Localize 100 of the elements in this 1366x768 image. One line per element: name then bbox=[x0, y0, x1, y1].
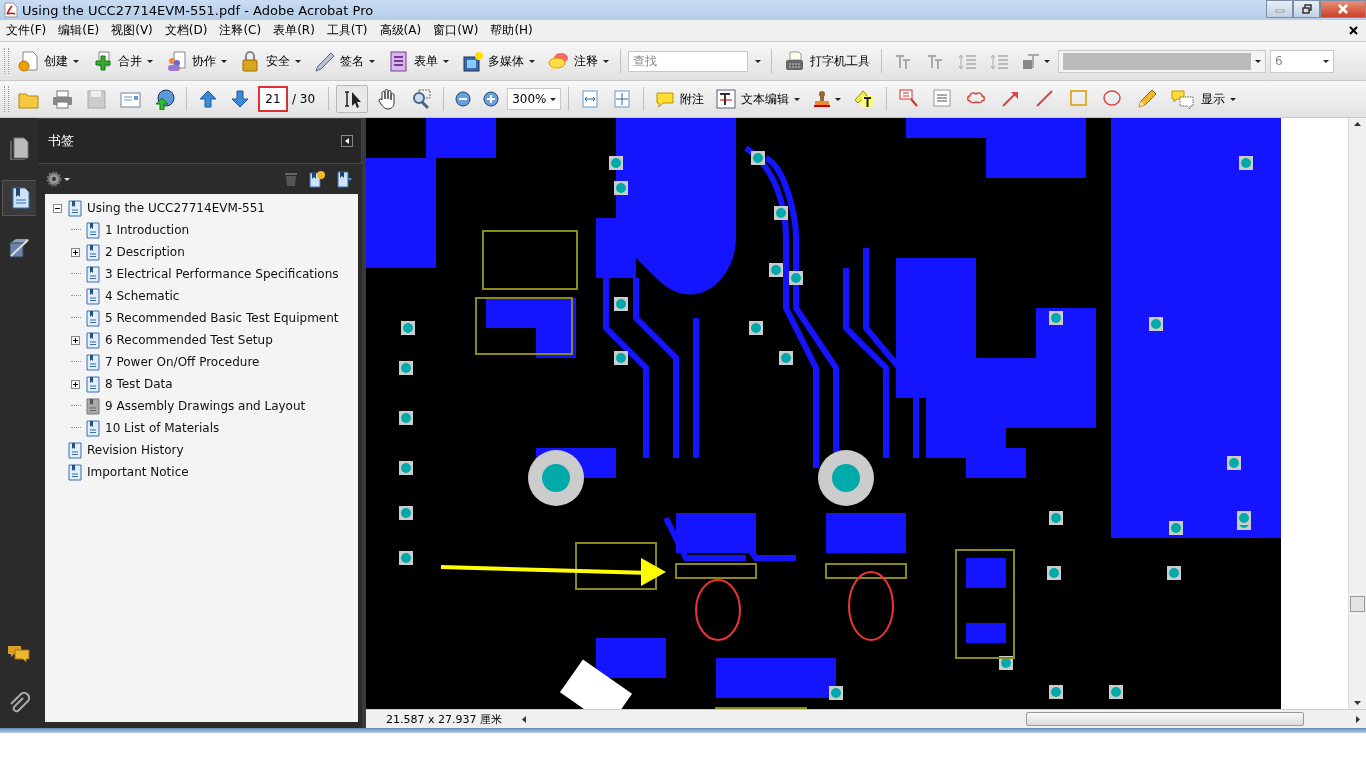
scroll-thumb[interactable] bbox=[1026, 712, 1304, 726]
arrow-up-icon bbox=[198, 89, 218, 109]
text-edit-icon bbox=[716, 89, 737, 109]
bookmark-item[interactable]: 3 Electrical Performance Specifications bbox=[105, 267, 339, 281]
bookmark-arrow-icon bbox=[336, 170, 354, 188]
expand-toggle-icon[interactable] bbox=[71, 379, 80, 389]
collapse-toggle-icon[interactable] bbox=[53, 203, 62, 213]
close-icon bbox=[1337, 4, 1349, 14]
restore-icon bbox=[1301, 4, 1312, 14]
toolbar-button[interactable]: 表单 bbox=[383, 46, 453, 76]
bookmark-star-icon bbox=[308, 170, 326, 188]
panel-title: 书签 bbox=[48, 132, 74, 150]
bookmark-item[interactable]: Using the UCC27714EVM-551 bbox=[87, 201, 265, 215]
arrow-down-icon bbox=[230, 89, 250, 109]
printer-icon bbox=[51, 88, 73, 110]
padlock-icon bbox=[239, 50, 261, 72]
minus-circle-icon bbox=[455, 91, 472, 107]
search-field[interactable]: 查找 bbox=[628, 50, 748, 72]
plus-circle-icon bbox=[483, 91, 500, 107]
restore-button[interactable] bbox=[1293, 0, 1320, 18]
menu-item[interactable]: 高级(A) bbox=[373, 22, 428, 39]
page-number-field[interactable]: 21 bbox=[258, 86, 288, 112]
collapse-panel-button[interactable] bbox=[341, 135, 353, 147]
caret-icon bbox=[64, 177, 70, 181]
toolbar-grip bbox=[4, 86, 9, 112]
menu-item[interactable]: 视图(V) bbox=[105, 22, 159, 39]
caret-icon bbox=[1044, 59, 1050, 63]
bookmark-item[interactable]: Revision History bbox=[87, 443, 184, 457]
bookmark-item[interactable]: 10 List of Materials bbox=[105, 421, 220, 435]
caret-icon bbox=[835, 97, 842, 101]
speech-bubbles-icon bbox=[1170, 89, 1197, 109]
expand-bookmark-button[interactable] bbox=[336, 170, 354, 188]
fit-page-icon bbox=[612, 89, 633, 109]
toolbar-button[interactable]: 协作 bbox=[161, 46, 231, 76]
bookmark-item[interactable]: 8 Test Data bbox=[105, 377, 173, 391]
bookmark-item[interactable]: 4 Schematic bbox=[105, 289, 180, 303]
menu-item[interactable]: 工具(T) bbox=[320, 22, 374, 39]
bookmarks-panel-button[interactable] bbox=[2, 180, 36, 216]
fit-width-icon bbox=[580, 89, 601, 109]
pages-icon bbox=[8, 136, 30, 160]
page-size-label: 21.587 x 27.937 厘米 bbox=[385, 711, 503, 727]
menu-item[interactable]: 注释(C) bbox=[213, 22, 268, 39]
new-bookmark-button[interactable] bbox=[308, 170, 326, 188]
menu-item[interactable]: 窗口(W) bbox=[427, 22, 485, 39]
close-button[interactable] bbox=[1320, 0, 1366, 18]
caret-icon bbox=[755, 59, 761, 63]
bookmark-item[interactable]: 9 Assembly Drawings and Layout bbox=[105, 399, 306, 413]
bookmark-item[interactable]: 6 Recommended Test Setup bbox=[105, 333, 273, 347]
close-document-button[interactable] bbox=[1349, 26, 1358, 35]
delete-bookmark-button[interactable] bbox=[284, 171, 298, 187]
zoom-dropdown[interactable]: 300% bbox=[507, 88, 562, 110]
gear-icon bbox=[46, 171, 62, 187]
show-comments-button[interactable]: 显示 bbox=[1166, 84, 1241, 114]
expand-toggle-icon[interactable] bbox=[71, 335, 80, 345]
people-document-icon bbox=[165, 50, 187, 72]
typewriter-button[interactable]: 打字机工具 bbox=[779, 46, 874, 76]
toolbar-button[interactable]: 安全 bbox=[235, 46, 305, 76]
sticky-note-button[interactable]: 附注 bbox=[651, 84, 709, 114]
toolbar-button[interactable]: 合并 bbox=[87, 46, 157, 76]
bookmark-item[interactable]: Important Notice bbox=[87, 465, 189, 479]
speech-bubbles-icon bbox=[7, 645, 31, 663]
menu-item[interactable]: 文档(D) bbox=[158, 22, 214, 39]
globe-arrow-icon bbox=[153, 88, 175, 110]
stamp-icon bbox=[812, 89, 833, 109]
menu-item[interactable]: 编辑(E) bbox=[52, 22, 106, 39]
bookmark-item[interactable]: 2 Description bbox=[105, 245, 185, 259]
text-edit-button[interactable]: 文本编辑 bbox=[712, 84, 805, 114]
menu-item[interactable]: 帮助(H) bbox=[484, 22, 539, 39]
toolbar-button[interactable]: 签名 bbox=[309, 46, 379, 76]
toolbar-button[interactable]: 多媒体 bbox=[457, 46, 539, 76]
toolbar-button[interactable]: 注释 bbox=[543, 46, 613, 76]
scroll-thumb[interactable] bbox=[1350, 595, 1365, 612]
toolbar-button[interactable]: 创建 bbox=[13, 46, 83, 76]
caret-icon bbox=[1255, 59, 1261, 63]
expand-toggle-icon[interactable] bbox=[71, 247, 80, 257]
caret-icon bbox=[550, 97, 557, 101]
form-icon bbox=[387, 50, 409, 72]
vertical-scrollbar[interactable] bbox=[1348, 118, 1366, 709]
speech-bubble-icon bbox=[655, 90, 676, 108]
window-title: Using the UCC27714EVM-551.pdf - Adobe Acrobat Pro bbox=[22, 2, 375, 18]
triangle-left-icon bbox=[345, 138, 349, 144]
bookmark-item[interactable]: 7 Power On/Off Procedure bbox=[105, 355, 260, 369]
bookmark-item[interactable]: 5 Recommended Basic Test Equipment bbox=[105, 311, 339, 325]
magnifier-icon bbox=[410, 88, 433, 110]
highlighter-text-icon bbox=[853, 88, 876, 110]
select-tool-button[interactable] bbox=[336, 85, 369, 113]
caret-icon bbox=[1323, 59, 1329, 63]
bookmark-item[interactable]: 1 Introduction bbox=[105, 223, 190, 237]
scroll-down-icon bbox=[1354, 701, 1361, 705]
options-button[interactable] bbox=[46, 171, 70, 187]
scroll-up-icon bbox=[1354, 122, 1361, 126]
font-size-dropdown[interactable]: 6 bbox=[1270, 49, 1334, 73]
menu-item[interactable]: 文件(F) bbox=[0, 22, 53, 39]
toolbar-grip bbox=[4, 48, 9, 74]
typewriter-icon bbox=[783, 50, 805, 72]
menu-item[interactable]: 表单(R) bbox=[267, 22, 321, 39]
text-color-icon bbox=[1021, 51, 1041, 71]
page-count: / 30 bbox=[292, 92, 316, 106]
pencil-icon bbox=[1136, 88, 1159, 110]
speech-bubbles-icon bbox=[547, 50, 569, 72]
